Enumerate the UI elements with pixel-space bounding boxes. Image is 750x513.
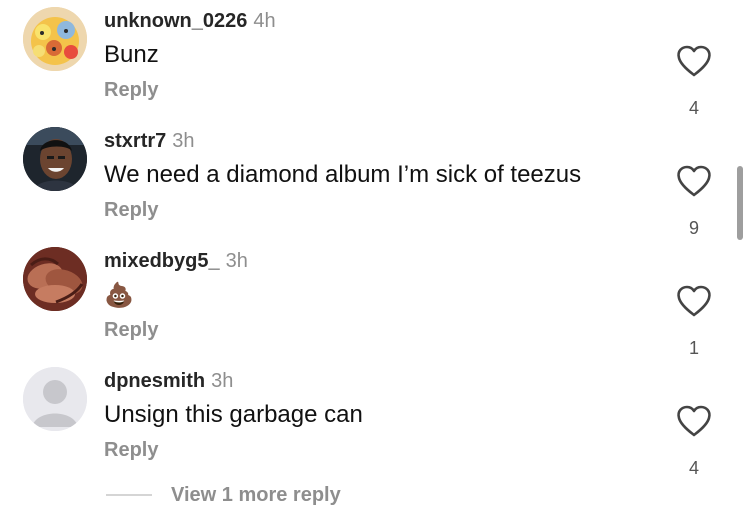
default-person-avatar-icon xyxy=(23,367,87,431)
avatar[interactable] xyxy=(23,247,87,311)
comment-item: mixedbyg5_ 3h 💩 Reply 1 xyxy=(0,240,750,360)
heart-outline-icon xyxy=(677,45,711,77)
cartoon-family-avatar-icon xyxy=(23,7,87,71)
comment-username[interactable]: stxrtr7 xyxy=(104,130,166,152)
comment-text: We need a diamond album I’m sick of teez… xyxy=(104,161,582,188)
replies-divider xyxy=(106,494,152,496)
comment-time: 3h xyxy=(172,130,195,152)
heart-outline-icon xyxy=(677,405,711,437)
avatar[interactable] xyxy=(23,367,87,431)
comment-username[interactable]: unknown_0226 xyxy=(104,10,247,32)
heart-outline-icon xyxy=(677,165,711,197)
view-more-replies-button[interactable]: View 1 more reply xyxy=(171,484,341,507)
like-count: 4 xyxy=(688,98,699,118)
reply-button[interactable]: Reply xyxy=(104,199,158,222)
person-photo-avatar-icon xyxy=(23,127,87,191)
like-count: 1 xyxy=(688,338,699,358)
reply-button[interactable]: Reply xyxy=(104,319,158,342)
like-count: 9 xyxy=(688,218,699,238)
heart-outline-icon xyxy=(677,285,711,317)
comment-text: Bunz xyxy=(104,41,159,68)
like-count: 4 xyxy=(688,458,699,478)
comment-time: 4h xyxy=(253,10,276,32)
reply-button[interactable]: Reply xyxy=(104,79,158,102)
scrollbar-thumb[interactable] xyxy=(737,166,743,240)
comment-username[interactable]: mixedbyg5_ xyxy=(104,250,220,272)
like-button[interactable] xyxy=(676,404,712,438)
comment-time: 3h xyxy=(225,250,248,272)
comment-username[interactable]: dpnesmith xyxy=(104,370,205,392)
avatar[interactable] xyxy=(23,127,87,191)
like-button[interactable] xyxy=(676,44,712,78)
like-button[interactable] xyxy=(676,164,712,198)
hands-photo-avatar-icon xyxy=(23,247,87,311)
like-button[interactable] xyxy=(676,284,712,318)
comment-text: 💩 xyxy=(104,282,134,309)
comment-text: Unsign this garbage can xyxy=(104,401,363,428)
comment-item: unknown_0226 4h Bunz Reply 4 xyxy=(0,0,750,120)
comment-item: stxrtr7 3h We need a diamond album I’m si… xyxy=(0,120,750,240)
comment-time: 3h xyxy=(211,370,234,392)
comment-item: dpnesmith 3h Unsign this garbage can Repl… xyxy=(0,360,750,480)
avatar[interactable] xyxy=(23,7,87,71)
reply-button[interactable]: Reply xyxy=(104,439,158,462)
